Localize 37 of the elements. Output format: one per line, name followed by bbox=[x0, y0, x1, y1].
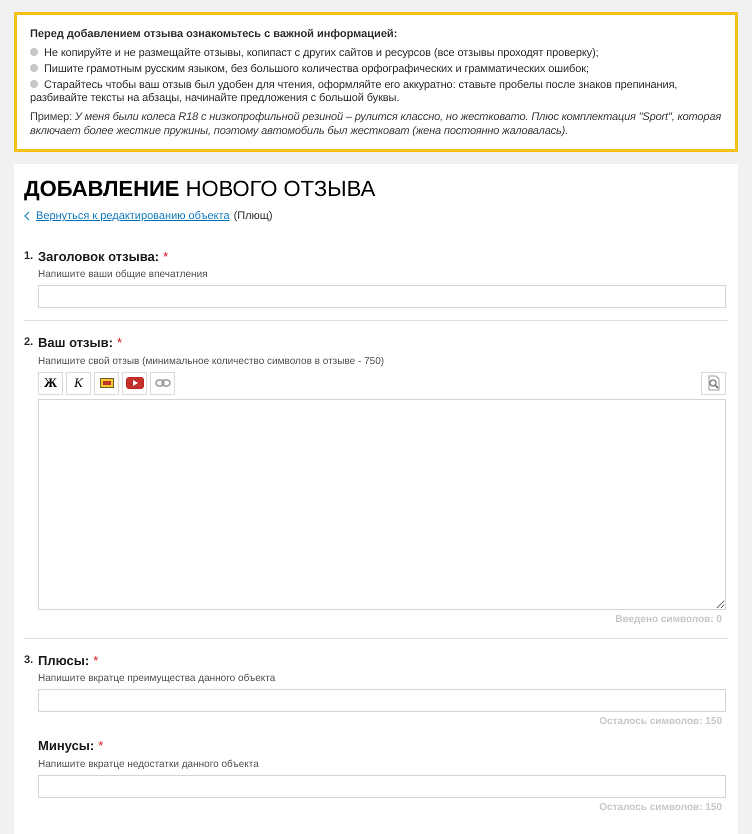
image-icon bbox=[100, 378, 114, 388]
chevron-left-icon bbox=[24, 211, 30, 222]
example-text: Пример: У меня были колеса R18 с низкопрофильной резиной – рулится классно, но жестковато. Плюс комплектация "Sport", которая включает более жесткие пружины, поэтому автомобиль был жестковат (жена постоянно жаловалась). bbox=[30, 110, 722, 138]
play-icon bbox=[126, 377, 144, 389]
preview-button[interactable] bbox=[701, 372, 726, 394]
field-label: Заголовок отзыва: bbox=[38, 248, 160, 264]
required-mark: * bbox=[116, 334, 122, 352]
search-icon bbox=[706, 375, 720, 391]
insert-link-button[interactable] bbox=[150, 372, 175, 394]
field-label: Плюсы: bbox=[38, 652, 90, 668]
required-mark: * bbox=[93, 652, 98, 670]
notice-item: Старайтесь чтобы ваш отзыв был удобен для чтения, оформляйте его аккуратно: ставьте пробелы после знаков препинания, разбивайте тексты на абзацы, начинайте предложения с большой буквы. bbox=[30, 79, 678, 105]
section-number: 2. bbox=[24, 335, 34, 350]
bold-button[interactable]: Ж bbox=[38, 372, 63, 394]
text-input[interactable] bbox=[38, 689, 726, 712]
insert-image-button[interactable] bbox=[94, 372, 119, 394]
field-label: Минусы: bbox=[38, 738, 94, 754]
required-mark: * bbox=[163, 248, 168, 266]
field-hint: Напишите вкратце преимущества данного объекта bbox=[38, 673, 276, 685]
notice-item: Пишите грамотным русским языком, без большого количества орфографических и грамматических ошибок; bbox=[30, 63, 722, 76]
italic-button[interactable]: К bbox=[66, 372, 91, 394]
field-label: Ваш отзыв: bbox=[38, 335, 113, 351]
link-icon bbox=[154, 379, 170, 387]
section-number: 3. bbox=[24, 652, 34, 668]
page-heading: ДОБАВЛЕНИЕ НОВОГО ОТЗЫВА bbox=[24, 176, 376, 202]
field-hint: Напишите вкратце недостатки данного объекта bbox=[38, 758, 260, 770]
back-link[interactable]: Вернуться к редактированию объекта bbox=[36, 208, 230, 224]
object-name: (Плющ) bbox=[234, 209, 273, 224]
notice-item: Не копируйте и не размещайте отзывы, копипаст с других сайтов и ресурсов (все отзывы проходят проверку); bbox=[30, 47, 722, 60]
required-mark: * bbox=[98, 737, 104, 755]
field-hint: Напишите ваши общие впечатления bbox=[38, 269, 209, 281]
text-input[interactable] bbox=[38, 774, 726, 798]
insert-video-button[interactable] bbox=[122, 372, 147, 394]
field-hint: Напишите свой отзыв (минимальное количество символов в отзыве - 750) bbox=[38, 356, 386, 368]
section-number: 1. bbox=[24, 248, 34, 264]
notice-title: Перед добавлением отзыва ознакомьтесь с важной информацией: bbox=[30, 27, 398, 41]
text-input[interactable] bbox=[38, 285, 726, 308]
